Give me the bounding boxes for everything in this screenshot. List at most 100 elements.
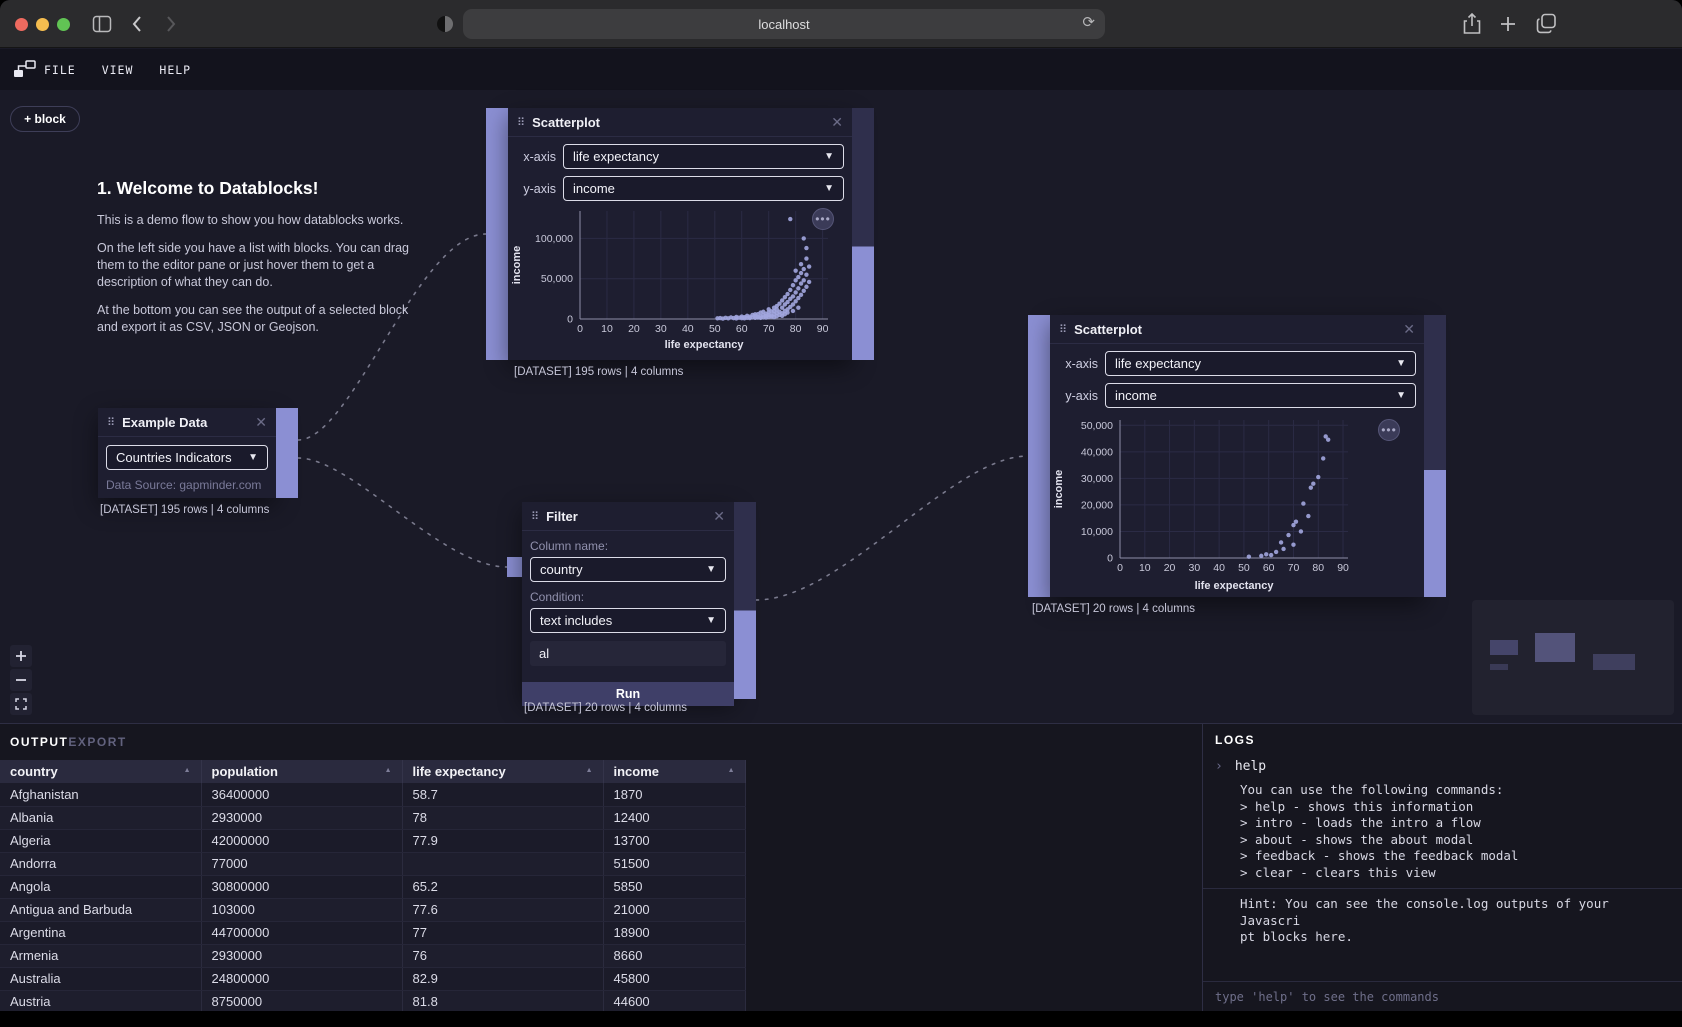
- x-axis-select[interactable]: life expectancy▼: [563, 144, 844, 169]
- x-axis-select[interactable]: life expectancy▼: [1105, 351, 1416, 376]
- forward-button-icon[interactable]: [165, 15, 177, 33]
- sort-asc-icon[interactable]: ▲: [728, 767, 735, 774]
- filter-output-handle[interactable]: [734, 502, 756, 699]
- close-icon[interactable]: ✕: [1403, 322, 1415, 336]
- table-cell: 77.9: [402, 829, 603, 852]
- filter-header[interactable]: ⠿ Filter ✕: [522, 502, 734, 531]
- back-button-icon[interactable]: [131, 15, 143, 33]
- welcome-title: 1. Welcome to Datablocks!: [97, 178, 427, 199]
- column-header-life-expectancy[interactable]: life expectancy▲: [402, 760, 603, 783]
- table-cell: 5850: [603, 875, 745, 898]
- chevron-down-icon: ▼: [1396, 390, 1406, 401]
- node-title: Scatterplot: [532, 115, 831, 130]
- browser-chrome: localhost ⟳: [0, 0, 1682, 48]
- share-icon[interactable]: [1463, 12, 1481, 36]
- svg-text:80: 80: [790, 323, 802, 335]
- close-icon[interactable]: ✕: [713, 509, 725, 523]
- chevron-down-icon: ▼: [824, 151, 834, 162]
- plus-icon: [15, 650, 27, 662]
- add-block-button[interactable]: + block: [10, 106, 80, 132]
- scatterplot1-input-handle[interactable]: [486, 108, 508, 360]
- zoom-out-button[interactable]: [10, 669, 32, 691]
- drag-handle-icon[interactable]: ⠿: [1059, 323, 1066, 336]
- app-logo[interactable]: [13, 59, 37, 79]
- table-row: Argentina447000007718900: [0, 921, 745, 944]
- zoom-in-button[interactable]: [10, 645, 32, 667]
- scatterplot2-header[interactable]: ⠿ Scatterplot ✕: [1050, 315, 1424, 344]
- log-entry: › help: [1203, 755, 1682, 778]
- table-row: Albania29300007812400: [0, 806, 745, 829]
- minimize-window-button[interactable]: [36, 18, 49, 31]
- export-tab[interactable]: EXPORT: [68, 735, 126, 749]
- svg-text:50: 50: [709, 323, 721, 335]
- reload-icon[interactable]: ⟳: [1082, 13, 1095, 31]
- new-tab-icon[interactable]: [1500, 16, 1516, 32]
- chart-options-button[interactable]: •••: [1378, 419, 1400, 441]
- table-cell: 65.2: [402, 875, 603, 898]
- close-window-button[interactable]: [15, 18, 28, 31]
- welcome-paragraph: On the left side you have a list with bl…: [97, 240, 427, 291]
- filter-query-input[interactable]: [530, 641, 726, 666]
- sort-asc-icon[interactable]: ▲: [385, 767, 392, 774]
- column-header-income[interactable]: income▲: [603, 760, 745, 783]
- y-axis-select[interactable]: income▼: [563, 176, 844, 201]
- edge-filter-to-scatterplot2: [756, 456, 1028, 600]
- menu-item-help[interactable]: HELP: [159, 63, 191, 77]
- log-line: > help - shows this information: [1240, 799, 1670, 816]
- dataset-caption: [DATASET] 20 rows | 4 columns: [1032, 603, 1195, 615]
- dataset-select[interactable]: Countries Indicators▼: [106, 445, 268, 470]
- svg-text:40: 40: [682, 323, 694, 335]
- table-row: Algeria4200000077.913700: [0, 829, 745, 852]
- dataset-value: Countries Indicators: [116, 450, 248, 465]
- condition-select[interactable]: text includes▼: [530, 608, 726, 633]
- menu-item-view[interactable]: VIEW: [102, 63, 134, 77]
- table-cell: Australia: [0, 967, 201, 990]
- scatterplot1-node[interactable]: ⠿ Scatterplot ✕ x-axis life expectancy▼ …: [508, 108, 852, 360]
- table-cell: 2930000: [201, 806, 402, 829]
- fit-view-button[interactable]: [10, 693, 32, 715]
- scatterplot1-header[interactable]: ⠿ Scatterplot ✕: [508, 108, 852, 137]
- scatterplot2-node[interactable]: ⠿ Scatterplot ✕ x-axis life expectancy▼ …: [1050, 315, 1424, 597]
- scatterplot1-output-handle[interactable]: [852, 108, 874, 360]
- chart-options-button[interactable]: •••: [812, 208, 834, 230]
- close-icon[interactable]: ✕: [831, 115, 843, 129]
- column-header-population[interactable]: population▲: [201, 760, 402, 783]
- table-cell: Andorra: [0, 852, 201, 875]
- example-data-output-handle[interactable]: [276, 408, 298, 498]
- table-cell: Antigua and Barbuda: [0, 898, 201, 921]
- column-header-country[interactable]: country▲: [0, 760, 201, 783]
- minimap[interactable]: [1472, 600, 1674, 715]
- tab-overview-icon[interactable]: [1536, 13, 1557, 34]
- svg-text:90: 90: [817, 323, 829, 335]
- scatterplot2-input-handle[interactable]: [1028, 315, 1050, 597]
- flow-canvas[interactable]: + block 1. Welcome to Datablocks! This i…: [0, 90, 1682, 723]
- maximize-window-button[interactable]: [57, 18, 70, 31]
- log-line: > feedback - shows the feedback modal: [1240, 848, 1670, 865]
- drag-handle-icon[interactable]: ⠿: [531, 510, 538, 523]
- log-command-input[interactable]: [1203, 982, 1682, 1011]
- close-icon[interactable]: ✕: [255, 415, 267, 429]
- url-bar[interactable]: localhost ⟳: [463, 9, 1105, 39]
- table-cell: [402, 852, 603, 875]
- menu-item-file[interactable]: FILE: [44, 63, 76, 77]
- sort-asc-icon[interactable]: ▲: [586, 767, 593, 774]
- table-cell: Argentina: [0, 921, 201, 944]
- sort-asc-icon[interactable]: ▲: [184, 767, 191, 774]
- y-axis-select[interactable]: income▼: [1105, 383, 1416, 408]
- example-data-node[interactable]: ⠿ Example Data ✕ Countries Indicators▼ D…: [98, 408, 276, 498]
- output-table: country▲population▲life expectancy▲incom…: [0, 760, 746, 1011]
- table-cell: 2930000: [201, 944, 402, 967]
- drag-handle-icon[interactable]: ⠿: [517, 116, 524, 129]
- column-select[interactable]: country▼: [530, 557, 726, 582]
- scatterplot2-output-handle[interactable]: [1424, 315, 1446, 597]
- example-data-header[interactable]: ⠿ Example Data ✕: [98, 408, 276, 437]
- svg-text:50: 50: [1238, 562, 1250, 574]
- svg-text:life expectancy: life expectancy: [1195, 580, 1275, 592]
- table-cell: 42000000: [201, 829, 402, 852]
- page-settings-icon[interactable]: [437, 16, 453, 32]
- drag-handle-icon[interactable]: ⠿: [107, 416, 114, 429]
- table-cell: 13700: [603, 829, 745, 852]
- output-tab[interactable]: OUTPUT: [10, 735, 68, 749]
- sidebar-toggle-icon[interactable]: [92, 14, 112, 34]
- filter-node[interactable]: ⠿ Filter ✕ Column name: country▼ Conditi…: [522, 502, 734, 699]
